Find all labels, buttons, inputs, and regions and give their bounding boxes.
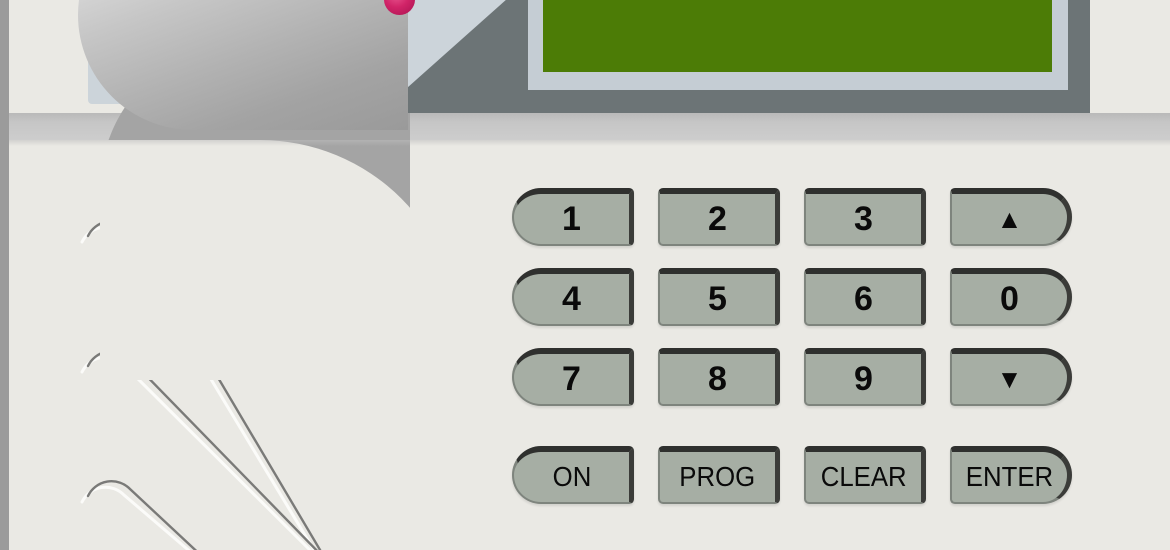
keypad-panel: C2000 1 2 3 ▲ 4 5 xyxy=(0,0,1170,550)
key-7[interactable]: 7 xyxy=(512,348,634,406)
key-label: 5 xyxy=(708,280,727,318)
key-label: 0 xyxy=(1000,280,1019,318)
panel-left-edge-strip xyxy=(0,0,9,550)
key-label: 9 xyxy=(854,360,873,398)
key-clear[interactable]: CLEAR xyxy=(804,446,926,504)
key-label: 8 xyxy=(708,360,727,398)
arrow-up-icon: ▲ xyxy=(996,204,1023,234)
key-enter[interactable]: ENTER xyxy=(950,446,1072,504)
key-label: 3 xyxy=(854,200,873,238)
key-3[interactable]: 3 xyxy=(804,188,926,246)
key-label: PROG xyxy=(679,461,756,492)
head-band-fade xyxy=(0,140,1170,146)
key-2[interactable]: 2 xyxy=(658,188,780,246)
key-label: CLEAR xyxy=(820,461,907,492)
key-up-arrow[interactable]: ▲ xyxy=(950,188,1072,246)
key-label: ENTER xyxy=(965,461,1054,492)
lcd-screen xyxy=(543,0,1052,72)
device-metal-cap xyxy=(78,0,408,130)
keypad-row-2: 4 5 6 0 xyxy=(512,268,1072,326)
key-label: 7 xyxy=(562,360,581,398)
key-label: 2 xyxy=(708,200,727,238)
keypad-row-1: 1 2 3 ▲ xyxy=(512,188,1072,246)
key-label: 6 xyxy=(854,280,873,318)
keypad-row-4: ON PROG CLEAR ENTER xyxy=(512,446,1072,504)
key-4[interactable]: 4 xyxy=(512,268,634,326)
key-on[interactable]: ON xyxy=(512,446,634,504)
key-label: 4 xyxy=(562,280,581,318)
key-label: ON xyxy=(552,461,591,492)
key-6[interactable]: 6 xyxy=(804,268,926,326)
key-8[interactable]: 8 xyxy=(658,348,780,406)
arrow-down-icon: ▼ xyxy=(996,364,1023,394)
keypad-row-3: 7 8 9 ▼ xyxy=(512,348,1072,406)
device-head: C2000 xyxy=(0,0,1170,140)
key-down-arrow[interactable]: ▼ xyxy=(950,348,1072,406)
key-1[interactable]: 1 xyxy=(512,188,634,246)
key-0[interactable]: 0 xyxy=(950,268,1072,326)
key-9[interactable]: 9 xyxy=(804,348,926,406)
key-5[interactable]: 5 xyxy=(658,268,780,326)
key-prog[interactable]: PROG xyxy=(658,446,780,504)
key-label: 1 xyxy=(562,200,581,238)
keypad: 1 2 3 ▲ 4 5 6 0 7 8 9 ▼ ON PROG CLEAR EN… xyxy=(512,188,1072,504)
